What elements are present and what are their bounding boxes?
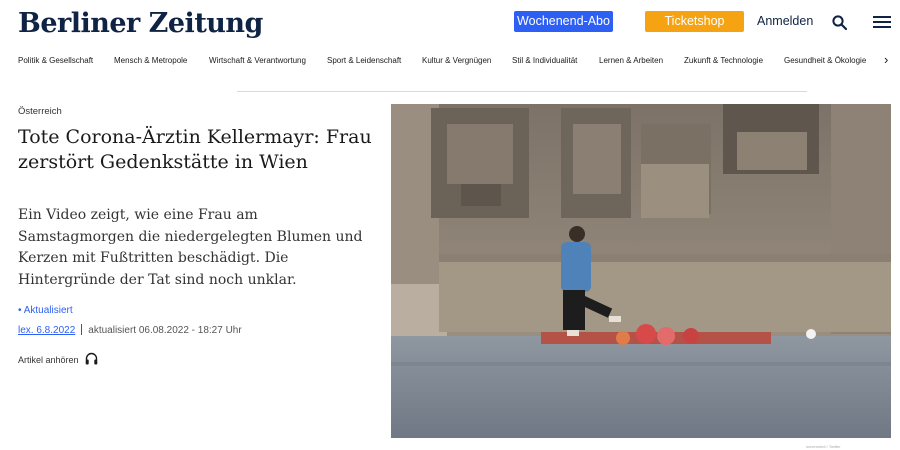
nav-item-gesundheit[interactable]: Gesundheit & Ökologie <box>784 56 866 65</box>
memorial-scene-image <box>391 104 891 438</box>
site-logo[interactable]: Berliner Zeitung <box>18 8 263 39</box>
article-photo[interactable] <box>391 104 891 438</box>
publish-date[interactable]: lex. 6.8.2022 <box>18 325 75 336</box>
login-link[interactable]: Anmelden <box>757 14 813 28</box>
nav-item-zukunft[interactable]: Zukunft & Technologie <box>684 56 763 65</box>
updated-date: aktualisiert 06.08.2022 - 18:27 Uhr <box>88 325 242 336</box>
chevron-right-icon[interactable]: › <box>884 52 888 67</box>
headphone-icon[interactable] <box>85 352 98 365</box>
nav-item-kultur[interactable]: Kultur & Vergnügen <box>422 56 491 65</box>
nav-item-sport[interactable]: Sport & Leidenschaft <box>327 56 401 65</box>
ticketshop-button[interactable]: Ticketshop <box>645 11 744 32</box>
nav-item-lernen[interactable]: Lernen & Arbeiten <box>599 56 663 65</box>
article-lead: Ein Video zeigt, wie eine Frau am Samsta… <box>18 207 363 288</box>
menu-icon[interactable] <box>873 15 891 29</box>
article-kicker[interactable]: Österreich <box>18 106 62 117</box>
nav-item-stil[interactable]: Stil & Individualität <box>512 56 577 65</box>
updated-badge: • Aktualisiert <box>18 305 73 316</box>
nav-divider <box>237 91 807 92</box>
nav-item-politik[interactable]: Politik & Gesellschaft <box>18 56 93 65</box>
listen-article-button[interactable]: Artikel anhören <box>18 355 79 365</box>
dateline-separator <box>81 324 83 335</box>
search-icon[interactable] <box>832 15 847 30</box>
weekend-subscription-button[interactable]: Wochenend-Abo <box>514 11 613 32</box>
nav-item-mensch[interactable]: Mensch & Metropole <box>114 56 187 65</box>
article-headline[interactable]: Tote Corona-Ärztin Kellermayr: Frau zers… <box>18 125 378 175</box>
photo-credit: screenshot / Twitter <box>806 444 841 449</box>
article-dateline: lex. 6.8.2022 aktualisiert 06.08.2022 - 1… <box>18 324 242 336</box>
nav-item-wirtschaft[interactable]: Wirtschaft & Verantwortung <box>209 56 306 65</box>
